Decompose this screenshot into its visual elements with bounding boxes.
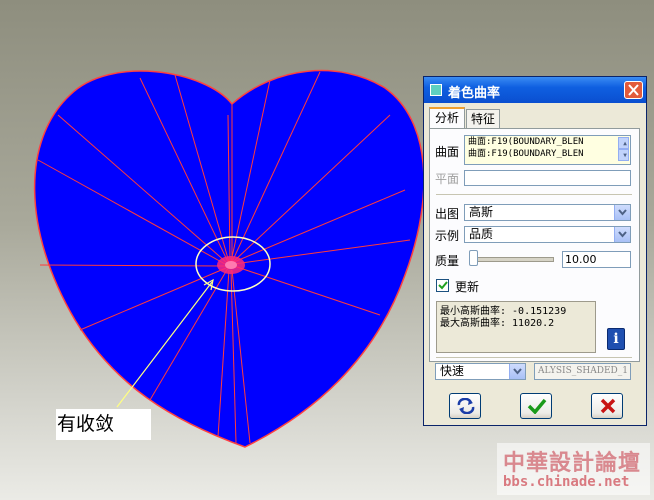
update-label: 更新: [455, 280, 480, 294]
example-select[interactable]: 品质: [464, 226, 631, 243]
listbox-scrollbar[interactable]: ▲ ▼: [615, 137, 629, 161]
check-icon: [527, 398, 547, 414]
cancel-x-icon: [600, 398, 616, 414]
plane-field[interactable]: [464, 170, 631, 186]
chevron-down-icon: [513, 368, 522, 375]
cancel-button[interactable]: [591, 393, 623, 419]
shaded-curvature-dialog[interactable]: 着色曲率 分析 特征 曲面 曲面:F19(BOUNDARY_BLEN 曲面:F1…: [423, 76, 647, 426]
info-icon[interactable]: i: [607, 328, 625, 350]
chevron-down-icon: [618, 231, 627, 238]
forum-watermark: 中華設計論壇 bbs.chinade.net: [497, 443, 650, 495]
plot-dropdown-button[interactable]: [614, 205, 630, 220]
mode-dropdown-button[interactable]: [509, 364, 525, 379]
convergence-point: [217, 256, 245, 274]
repaint-button[interactable]: [449, 393, 481, 419]
close-button[interactable]: [624, 81, 643, 99]
ok-button[interactable]: [520, 393, 552, 419]
max-gaussian-curvature: 最大高斯曲率: 11020.2: [440, 318, 555, 329]
quality-slider-thumb[interactable]: [469, 250, 478, 266]
plot-value: 高斯: [469, 205, 494, 219]
quality-input[interactable]: 10.00: [562, 251, 631, 268]
example-value: 品质: [469, 227, 494, 241]
quality-slider-track[interactable]: [472, 257, 554, 262]
tab-feature[interactable]: 特征: [466, 109, 500, 129]
dialog-title: 着色曲率: [448, 86, 501, 101]
close-icon: [628, 84, 639, 96]
chevron-down-icon: [618, 209, 627, 216]
plot-select[interactable]: 高斯: [464, 204, 631, 221]
curvature-results: 最小高斯曲率: -0.151239 最大高斯曲率: 11020.2: [436, 301, 596, 353]
surface-listbox[interactable]: 曲面:F19(BOUNDARY_BLEN 曲面:F19(BOUNDARY_BLE…: [464, 135, 631, 165]
mode-value: 快速: [440, 364, 465, 378]
min-gaussian-curvature: 最小高斯曲率: -0.151239: [440, 306, 567, 317]
refresh-icon: [457, 398, 475, 414]
surface-label: 曲面: [435, 145, 460, 159]
checkmark-icon: [438, 281, 448, 290]
example-label: 示例: [435, 229, 460, 243]
watermark-title: 中華設計論壇: [503, 451, 642, 476]
separator: [436, 357, 632, 358]
window-icon: [430, 84, 442, 96]
scroll-down-icon[interactable]: ▼: [618, 149, 629, 161]
result-name-field[interactable]: ALYSIS_SHADED_1: [534, 363, 631, 380]
separator: [436, 194, 632, 195]
dialog-titlebar[interactable]: 着色曲率: [424, 77, 646, 103]
update-checkbox[interactable]: [436, 279, 449, 292]
watermark-url: bbs.chinade.net: [503, 474, 630, 490]
surface-list-item[interactable]: 曲面:F19(BOUNDARY_BLEN: [465, 148, 630, 160]
surface-list-item[interactable]: 曲面:F19(BOUNDARY_BLEN: [465, 136, 630, 148]
plane-label: 平面: [435, 172, 460, 186]
mode-select[interactable]: 快速: [435, 363, 526, 380]
plot-label: 出图: [435, 207, 460, 221]
quality-label: 质量: [435, 254, 460, 268]
annotation-label: 有收敛: [56, 409, 151, 440]
tab-analysis[interactable]: 分析: [429, 107, 465, 129]
example-dropdown-button[interactable]: [614, 227, 630, 242]
scroll-up-icon[interactable]: ▲: [618, 137, 629, 149]
